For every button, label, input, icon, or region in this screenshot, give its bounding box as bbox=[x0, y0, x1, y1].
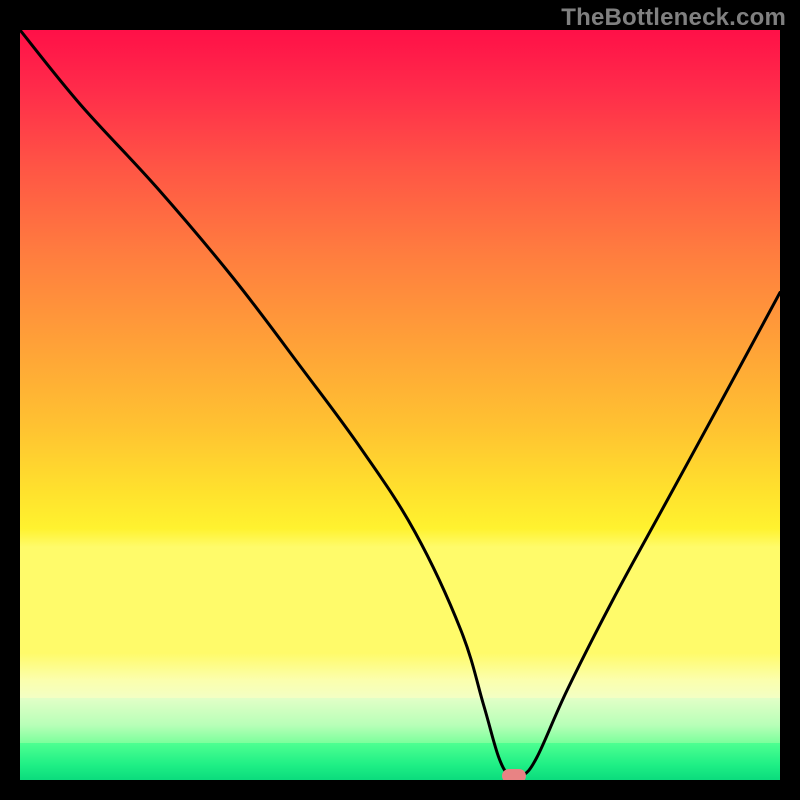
watermark-text: TheBottleneck.com bbox=[561, 4, 786, 32]
chart-frame: TheBottleneck.com bbox=[0, 0, 800, 800]
plot-area bbox=[20, 30, 780, 780]
minimum-marker bbox=[502, 769, 526, 780]
bottleneck-curve bbox=[20, 30, 780, 780]
